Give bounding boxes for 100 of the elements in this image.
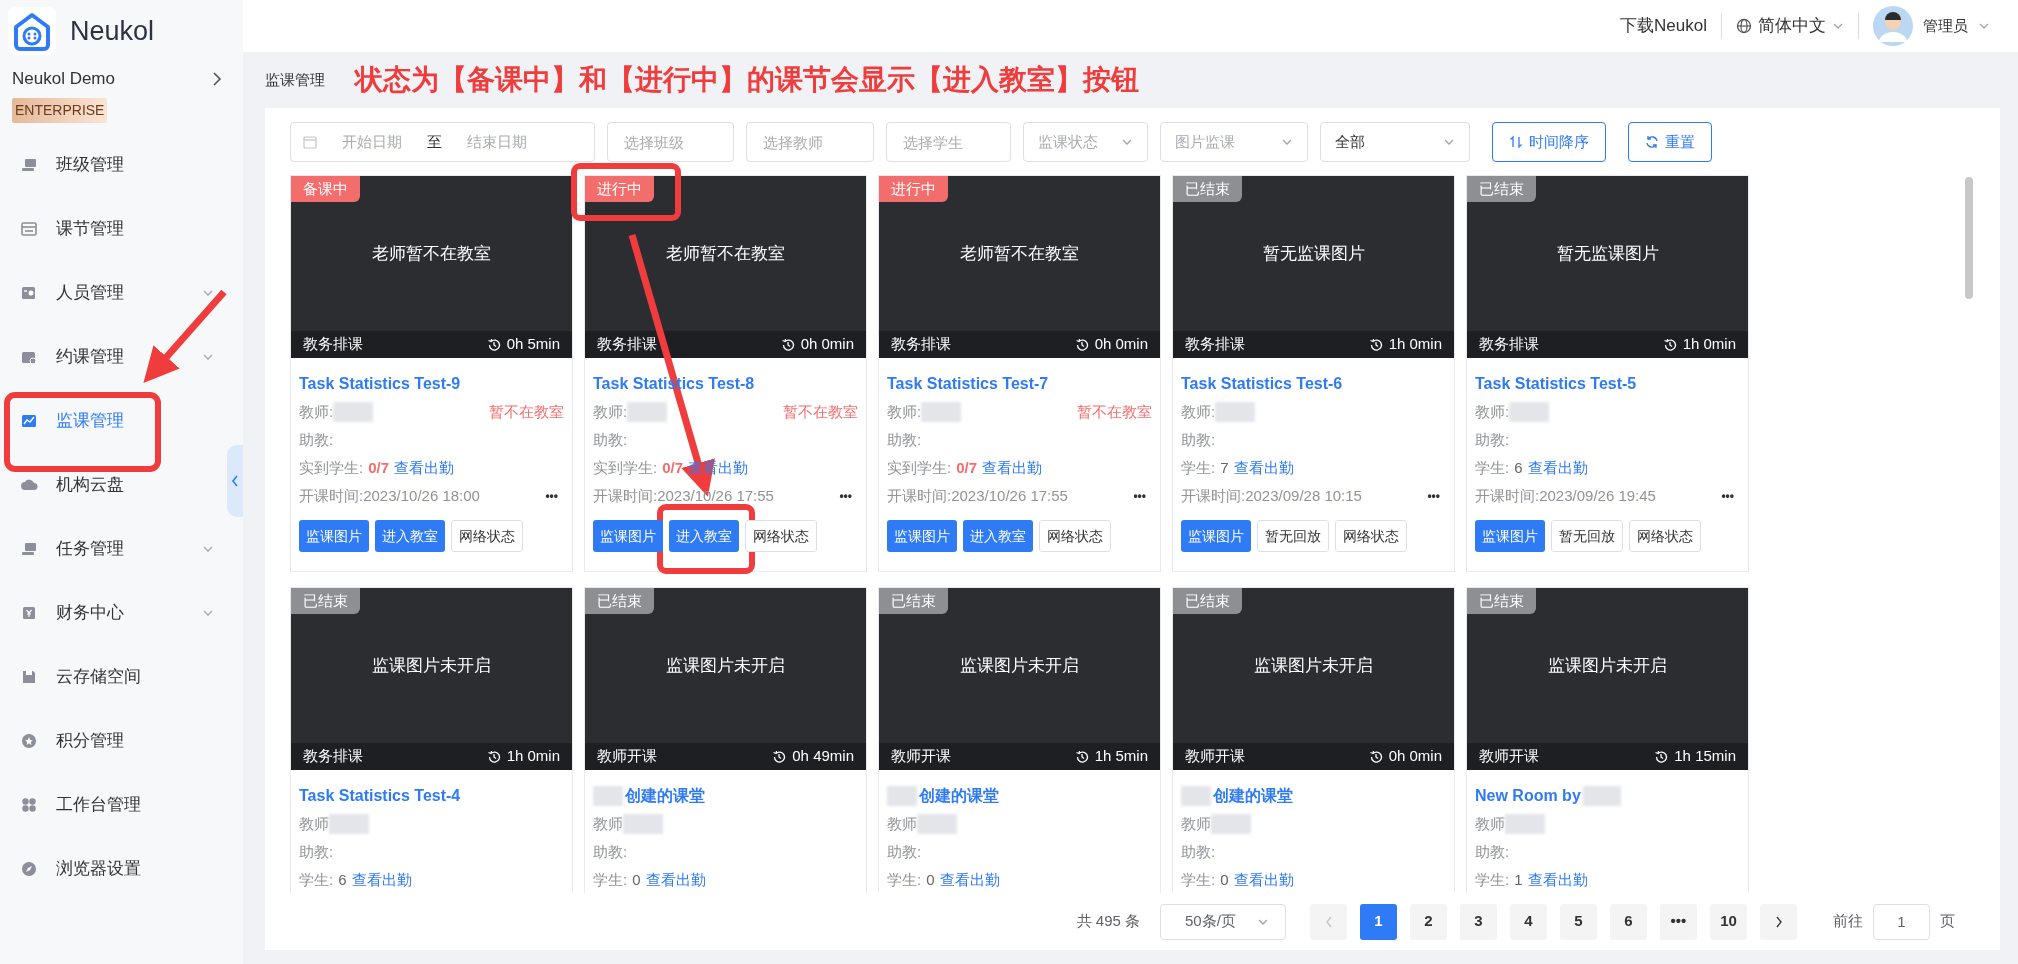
- text-field[interactable]: 选择学生: [886, 122, 1011, 162]
- lesson-title-link[interactable]: Task Statistics Test-4: [299, 784, 461, 808]
- lesson-title-link[interactable]: Task Statistics Test-7: [887, 372, 1049, 396]
- more-button[interactable]: •••: [545, 487, 564, 505]
- page-button[interactable]: 5: [1560, 903, 1597, 940]
- attendance-link[interactable]: 查看出勤: [394, 456, 455, 480]
- card-button[interactable]: 监课图片: [1475, 520, 1545, 552]
- attendance-link[interactable]: 查看出勤: [939, 868, 1000, 892]
- lesson-title-link[interactable]: Task Statistics Test-6: [1181, 372, 1343, 396]
- card-button[interactable]: 监课图片: [887, 520, 957, 552]
- lesson-card[interactable]: 已结束 监课图片未开启 教师开课 0h 0min 创建的课堂 教师 助教: 学生: 0 查看出勤: [1172, 587, 1455, 893]
- start-date-field[interactable]: 开始日期: [327, 130, 417, 154]
- scrollbar-thumb[interactable]: [1965, 177, 1973, 299]
- attendance-link[interactable]: 查看出勤: [1527, 868, 1588, 892]
- select-field[interactable]: 全部: [1320, 122, 1470, 162]
- more-button[interactable]: •••: [839, 487, 858, 505]
- more-button[interactable]: •••: [1133, 487, 1152, 505]
- card-button[interactable]: 进入教室: [963, 520, 1033, 552]
- lesson-card[interactable]: 已结束 监课图片未开启 教师开课 1h 15min New Room by 教师 助教: 学生: 1 查看出勤: [1466, 587, 1749, 893]
- chevron-left-icon: [1323, 914, 1334, 929]
- page-button[interactable]: 4: [1510, 903, 1547, 940]
- lesson-title-link[interactable]: Task Statistics Test-5: [1475, 372, 1637, 396]
- more-button[interactable]: •••: [1721, 487, 1740, 505]
- preview-message: 监课图片未开启: [666, 654, 785, 677]
- card-button[interactable]: 暂无回放: [1257, 520, 1329, 552]
- student-count: 1: [1514, 869, 1523, 890]
- lesson-title-link[interactable]: New Room by: [1475, 784, 1581, 808]
- card-button[interactable]: 监课图片: [1181, 520, 1251, 552]
- date-range-picker[interactable]: 开始日期 至 结束日期: [290, 122, 595, 162]
- sidebar-item[interactable]: 人员管理: [0, 260, 222, 325]
- page-button[interactable]: 2: [1410, 903, 1447, 940]
- next-page-button[interactable]: [1760, 903, 1797, 940]
- card-button[interactable]: 监课图片: [593, 520, 663, 552]
- lesson-title-link[interactable]: Task Statistics Test-9: [299, 372, 461, 396]
- sidebar-item[interactable]: 浏览器设置: [0, 836, 222, 901]
- sidebar-item[interactable]: 财务中心: [0, 580, 222, 645]
- lesson-card[interactable]: 进行中 老师暂不在教室 教务排课 0h 0min Task Statistics Test-7 教师: 暂不在教室 助教: 实到学生: 0/7 查看出勤 开课时间:2023/10/26 17:55 ••• 监课图片 进入教室 网络状态: [878, 175, 1161, 572]
- page-size-select[interactable]: 50条/页: [1160, 903, 1286, 940]
- status-tag: 进行中: [879, 176, 948, 202]
- lesson-card[interactable]: 备课中 老师暂不在教室 教务排课 0h 5min Task Statistics Test-9 教师: 暂不在教室 助教: 实到学生: 0/7 查看出勤 开课时间:2023/10/26 18:00 ••• 监课图片 进入教室 网络状态: [290, 175, 573, 572]
- language-selector[interactable]: 简体中文: [1736, 13, 1844, 39]
- lesson-title-link[interactable]: 创建的课堂: [625, 784, 705, 808]
- sidebar-item[interactable]: 工作台管理: [0, 772, 222, 837]
- lesson-card[interactable]: 已结束 暂无监课图片 教务排课 1h 0min Task Statistics Test-5 教师: 助教: 学生: 6 查看出勤 开课时间:2023/09/26 19:45 ••• 监课图片 暂无回放 网络状态: [1466, 175, 1749, 572]
- lesson-title-link[interactable]: 创建的课堂: [1213, 784, 1293, 808]
- page-jump-field[interactable]: 1: [1873, 903, 1930, 940]
- more-button[interactable]: •••: [1427, 487, 1446, 505]
- card-button[interactable]: 网络状态: [1629, 520, 1701, 552]
- sidebar-item[interactable]: 机构云盘: [0, 452, 222, 517]
- sidebar-item[interactable]: 云存储空间: [0, 644, 222, 709]
- sidebar-item[interactable]: 班级管理: [0, 132, 222, 197]
- page-button[interactable]: 6: [1610, 903, 1647, 940]
- redaction-blur: [1215, 402, 1256, 422]
- download-link[interactable]: 下载Neukol: [1620, 13, 1707, 39]
- lesson-title-link[interactable]: 创建的课堂: [919, 784, 999, 808]
- page-button[interactable]: 10: [1710, 903, 1747, 940]
- attendance-link[interactable]: 查看出勤: [351, 868, 412, 892]
- student-count: 0: [926, 869, 935, 890]
- sidebar-item[interactable]: 监课管理: [0, 388, 222, 453]
- lesson-card[interactable]: 已结束 暂无监课图片 教务排课 1h 0min Task Statistics Test-6 教师: 助教: 学生: 7 查看出勤 开课时间:2023/09/28 10:15 ••• 监课图片 暂无回放 网络状态: [1172, 175, 1455, 572]
- attendance-link[interactable]: 查看出勤: [645, 868, 706, 892]
- attendance-link[interactable]: 查看出勤: [1233, 868, 1294, 892]
- sidebar-item[interactable]: 任务管理: [0, 516, 222, 581]
- page-button[interactable]: 1: [1360, 903, 1397, 940]
- student-count: 6: [338, 869, 347, 890]
- card-button[interactable]: 进入教室: [669, 520, 739, 552]
- sidebar-item[interactable]: 课节管理: [0, 196, 222, 261]
- card-button[interactable]: 暂无回放: [1551, 520, 1623, 552]
- collapse-tab[interactable]: [227, 445, 243, 517]
- text-field[interactable]: 选择教师: [746, 122, 874, 162]
- assistant-label: 助教:: [593, 841, 629, 862]
- card-button[interactable]: 进入教室: [375, 520, 445, 552]
- attendance-link[interactable]: 查看出勤: [1527, 456, 1588, 480]
- page-button[interactable]: 3: [1460, 903, 1497, 940]
- attendance-link[interactable]: 查看出勤: [1233, 456, 1294, 480]
- redaction-blur: [917, 814, 957, 834]
- house-logo-icon: [8, 7, 56, 55]
- assistant-label: 助教:: [299, 841, 335, 862]
- end-date-field[interactable]: 结束日期: [452, 130, 542, 154]
- page-button[interactable]: •••: [1660, 903, 1697, 940]
- text-field[interactable]: 选择班级: [607, 122, 734, 162]
- lesson-card[interactable]: 已结束 监课图片未开启 教务排课 1h 0min Task Statistics Test-4 教师 助教: 学生: 6 查看出勤: [290, 587, 573, 893]
- user-menu[interactable]: 管理员: [1873, 6, 1990, 46]
- status-tag: 已结束: [291, 588, 360, 614]
- card-button[interactable]: 网络状态: [1335, 520, 1407, 552]
- duration-text: 0h 0min: [1388, 746, 1442, 767]
- lesson-card[interactable]: 已结束 监课图片未开启 教师开课 0h 49min 创建的课堂 教师 助教: 学生: 0 查看出勤: [584, 587, 867, 893]
- card-button[interactable]: 网络状态: [1039, 520, 1111, 552]
- card-button[interactable]: 网络状态: [745, 520, 817, 552]
- sidebar-item[interactable]: 积分管理: [0, 708, 222, 773]
- sort-button[interactable]: 时间降序: [1492, 122, 1606, 162]
- card-button[interactable]: 网络状态: [451, 520, 523, 552]
- assistant-label: 助教:: [593, 429, 629, 450]
- status-tag: 已结束: [1173, 176, 1242, 202]
- card-button[interactable]: 监课图片: [299, 520, 369, 552]
- attendance-link[interactable]: 查看出勤: [982, 456, 1043, 480]
- chevron-right-icon[interactable]: [211, 70, 223, 87]
- reset-button[interactable]: 重置: [1628, 122, 1712, 162]
- lesson-card[interactable]: 已结束 监课图片未开启 教师开课 1h 5min 创建的课堂 教师 助教: 学生: 0 查看出勤: [878, 587, 1161, 893]
- sidebar-item[interactable]: 约课管理: [0, 324, 222, 389]
